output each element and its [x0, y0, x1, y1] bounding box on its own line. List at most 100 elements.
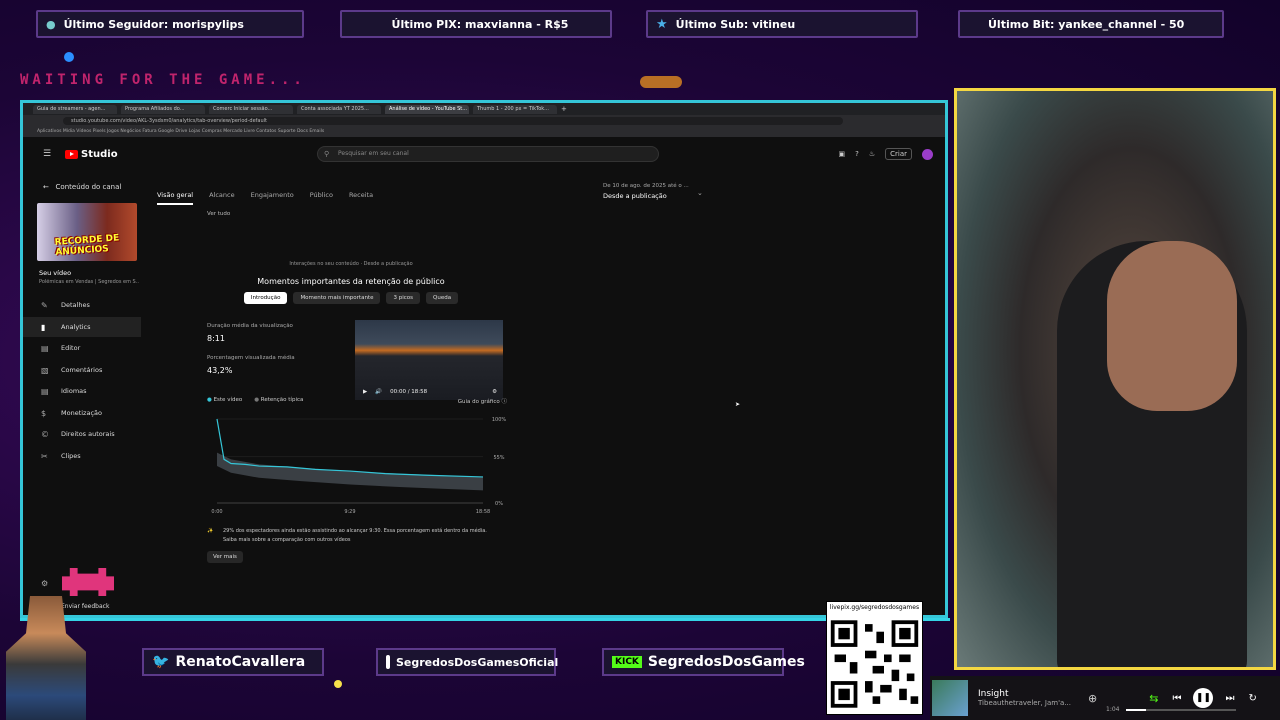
add-icon[interactable]: ⊕	[1088, 692, 1097, 705]
chart-guide-label: Guia do gráfico	[457, 399, 500, 405]
subtitles-icon[interactable]: ▣	[838, 150, 845, 158]
twitter-icon: 🐦	[152, 654, 170, 670]
chip-dips[interactable]: Queda	[426, 292, 459, 304]
moment-chips: Introdução Momento mais importante 3 pic…	[201, 292, 501, 304]
chip-intro[interactable]: Introdução	[243, 292, 288, 304]
track-info: Insight Tibeauthetraveler, Jam'a...	[978, 689, 1088, 707]
nav-comments[interactable]: ▧ Comentários	[23, 360, 141, 380]
copyright-icon: ©	[41, 429, 49, 439]
next-icon[interactable]: ⏭	[1225, 693, 1234, 704]
chart-guide-link[interactable]: Guia do gráfico ⓘ	[458, 397, 507, 405]
y-tick-label: 55%	[493, 455, 504, 461]
last-follower-text: Último Seguidor: morispylips	[63, 17, 244, 31]
previous-icon[interactable]: ⏮	[1172, 693, 1181, 704]
video-label: Seu vídeo	[39, 269, 72, 277]
kick-icon: KICK	[612, 656, 642, 668]
studio-logo[interactable]: Studio	[65, 149, 118, 160]
browser-tab[interactable]: Comerc Iniciar sessão...	[209, 104, 293, 114]
browser-tab-active[interactable]: Análise de vídeo - YouTube St...	[385, 104, 469, 114]
tab-revenue[interactable]: Receita	[349, 191, 373, 205]
help-icon[interactable]: ?	[855, 150, 859, 158]
nav-monetization[interactable]: $ Monetização	[23, 403, 141, 423]
video-thumbnail[interactable]: RECORDE DE ANÚNCIOS	[37, 203, 137, 261]
date-range-picker[interactable]: De 10 de ago. de 2025 até o ... Desde a …	[603, 183, 703, 200]
nav-editor[interactable]: ▤ Editor	[23, 338, 141, 358]
search-input[interactable]: ⚲ Pesquisar em seu canal	[317, 146, 659, 162]
menu-icon[interactable]: ☰	[43, 149, 51, 159]
insight-label: 29% dos espectadores ainda estão assisti…	[223, 528, 487, 543]
x-tick-label: 0:00	[211, 509, 222, 515]
nav-languages[interactable]: ▤ Idiomas	[23, 381, 141, 401]
pause-button[interactable]: ❚❚	[1193, 688, 1214, 708]
settings-icon[interactable]: ⚙	[41, 579, 48, 588]
browser-tab[interactable]: Conta associada YT 2025...	[297, 104, 381, 114]
last-sub-text: Último Sub: vitineu	[675, 17, 796, 31]
nav-clips[interactable]: ✂ Clipes	[23, 446, 141, 466]
see-more-button[interactable]: Ver mais	[207, 551, 243, 563]
address-bar-row: studio.youtube.com/video/AKL-3ysdsm0/ana…	[23, 115, 945, 127]
pix-qr-code[interactable]: livepix.gg/segredosdosgames	[826, 601, 923, 715]
avatar[interactable]	[922, 148, 933, 160]
nav-details[interactable]: ✎ Detalhes	[23, 295, 141, 315]
create-button[interactable]: Criar	[885, 148, 912, 160]
tab-engagement[interactable]: Engajamento	[251, 191, 294, 205]
twitter-handle[interactable]: 🐦 RenatoCavallera	[142, 648, 324, 676]
kick-handle[interactable]: KICK SegredosDosGames	[602, 648, 805, 676]
nav-copyright[interactable]: © Direitos autorais	[23, 424, 141, 444]
alerts-bar: ● Último Seguidor: morispylips Último PI…	[0, 0, 1280, 48]
instagram-label: SegredosDosGamesOficial	[396, 655, 559, 669]
browser-tabs: Guia de streamers - agen... Programa Afi…	[23, 103, 945, 115]
chip-key-moment[interactable]: Momento mais importante	[293, 292, 381, 304]
avg-duration-value: 8:11	[207, 334, 225, 343]
youtube-icon	[65, 149, 78, 159]
new-tab-icon[interactable]: +	[561, 105, 567, 113]
editor-icon: ▤	[41, 343, 49, 353]
gear-icon[interactable]: ⚙	[492, 389, 497, 395]
track-title: Insight	[978, 689, 1009, 699]
cursor-dot	[64, 52, 74, 62]
volume-icon[interactable]: 🔊	[375, 389, 382, 395]
browser-tab[interactable]: Guia de streamers - agen...	[33, 104, 117, 114]
chart-grid	[217, 418, 483, 504]
see-all-link[interactable]: Ver tudo	[207, 211, 230, 217]
bookmarks-bar[interactable]: Aplicativos Mídia Vídeos Pixels Jogos Ne…	[23, 127, 945, 137]
legend-this-video-label: Este vídeo	[213, 397, 243, 403]
chart-legend: ● Este vídeo ● Retenção típica Guia do g…	[207, 397, 507, 405]
last-pix-alert: Último PIX: maxvianna - R$5	[340, 10, 612, 38]
last-follower-alert: ● Último Seguidor: morispylips	[36, 10, 304, 38]
back-to-content[interactable]: ← Conteúdo do canal	[43, 183, 121, 191]
neon-line	[20, 618, 950, 621]
tab-reach[interactable]: Alcance	[209, 191, 235, 205]
sparkle-icon: ✨	[207, 528, 214, 534]
tab-overview[interactable]: Visão geral	[157, 191, 194, 205]
avg-pct-value: 43,2%	[207, 366, 233, 375]
nav-analytics[interactable]: ▮ Analytics	[23, 317, 141, 337]
address-bar[interactable]: studio.youtube.com/video/AKL-3ysdsm0/ana…	[63, 117, 843, 125]
repeat-icon[interactable]: ↻	[1248, 693, 1256, 704]
retention-chart[interactable]: 0:00 9:29 18:58 100% 55% 0%	[207, 411, 507, 521]
browser-tab[interactable]: Thumb 1 - 200 px = TikTok...	[473, 104, 557, 114]
bell-icon[interactable]: ♨	[869, 150, 875, 158]
qr-code-icon	[827, 616, 922, 712]
track-time: 1:04	[1106, 706, 1120, 713]
tab-audience[interactable]: Público	[310, 191, 333, 205]
last-pix-text: Último PIX: maxvianna - R$5	[391, 17, 569, 31]
nav-label: Analytics	[61, 323, 91, 331]
chip-peaks[interactable]: 3 picos	[386, 292, 421, 304]
nav-label: Comentários	[61, 366, 103, 374]
analytics-tabs: Visão geral Alcance Engajamento Público …	[157, 191, 373, 205]
instagram-handle[interactable]: SegredosDosGamesOficial	[376, 648, 559, 676]
analytics-icon: ▮	[41, 322, 46, 332]
play-icon[interactable]: ▶	[363, 389, 367, 395]
browser-tab[interactable]: Programa Afiliados do...	[121, 104, 205, 114]
kick-label: SegredosDosGames	[647, 654, 805, 670]
progress-bar[interactable]	[1126, 709, 1236, 711]
face	[1107, 241, 1237, 411]
nav-label: Detalhes	[61, 301, 90, 309]
glow-bar	[640, 76, 682, 88]
video-player[interactable]: ▶ 🔊 00:00 / 18:58 ⚙	[355, 320, 503, 400]
thumbnail-badge: RECORDE DE ANÚNCIOS	[54, 233, 120, 258]
create-label: Criar	[890, 150, 907, 158]
shuffle-icon[interactable]: ⇆	[1149, 692, 1158, 705]
feedback-link[interactable]: Enviar feedback	[61, 603, 109, 610]
